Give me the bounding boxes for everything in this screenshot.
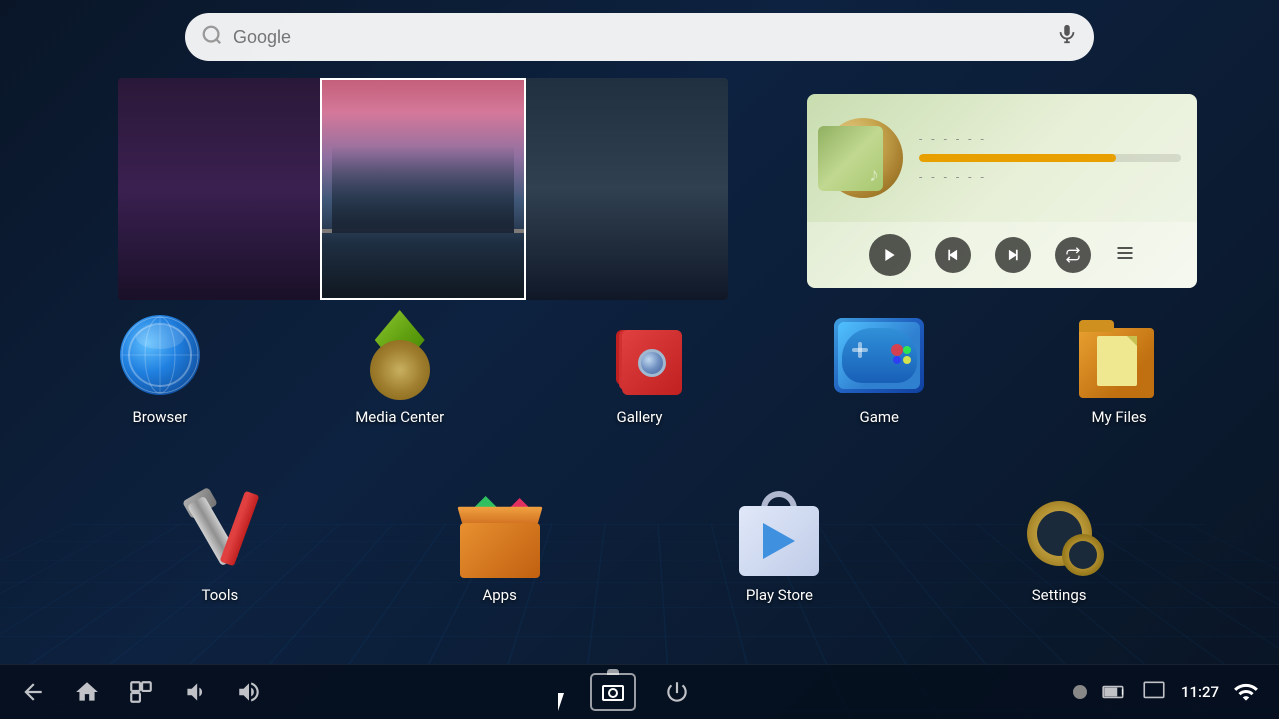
browser-label: Browser	[132, 408, 187, 426]
taskbar: 11:27	[0, 664, 1279, 719]
play-store-icon-graphic	[739, 491, 819, 576]
screenshot-button[interactable]	[590, 673, 636, 711]
repeat-button[interactable]	[1055, 237, 1091, 273]
music-title: - - - - - -	[919, 132, 1181, 146]
gear-small	[1062, 534, 1104, 576]
taskbar-left	[20, 679, 590, 705]
media-disc	[370, 340, 430, 400]
rewind-button[interactable]	[935, 237, 971, 273]
files-folder	[1079, 328, 1154, 398]
search-input[interactable]	[233, 27, 1046, 48]
gallery-lens	[638, 349, 666, 377]
files-note	[1097, 336, 1137, 386]
album-cover	[818, 126, 883, 191]
app-apps[interactable]: Apps	[440, 488, 560, 604]
settings-label: Settings	[1032, 586, 1087, 604]
taskbar-right: 11:27	[690, 679, 1260, 705]
box-flap	[457, 507, 542, 524]
app-game[interactable]: Game	[819, 310, 939, 426]
bag-body	[739, 506, 819, 576]
sunset-image	[322, 80, 524, 298]
box-base	[460, 523, 540, 578]
volume-down-button[interactable]	[182, 679, 208, 705]
play-triangle	[763, 523, 795, 559]
music-info: - - - - - - - - - - - -	[919, 132, 1181, 184]
app-my-files[interactable]: My Files	[1059, 310, 1179, 426]
clock: 11:27	[1181, 683, 1219, 701]
game-label: Game	[860, 408, 900, 426]
play-store-icon-wrapper	[734, 488, 824, 578]
tools-label: Tools	[202, 586, 239, 604]
app-settings[interactable]: Settings	[999, 488, 1119, 604]
microphone-icon[interactable]	[1056, 23, 1078, 51]
app-browser[interactable]: Browser	[100, 310, 220, 426]
game-icon-graphic	[834, 318, 924, 393]
search-bar[interactable]	[185, 13, 1094, 61]
music-widget[interactable]: - - - - - - - - - - - -	[807, 94, 1197, 288]
play-button[interactable]	[869, 234, 911, 276]
app-media-center[interactable]: Media Center	[340, 310, 460, 426]
gallery-thumb-left	[118, 78, 320, 300]
gallery-main	[622, 330, 682, 395]
gallery-icon-graphic	[597, 315, 682, 395]
settings-icon-graphic	[1014, 491, 1104, 576]
app-gallery[interactable]: Gallery	[579, 310, 699, 426]
gallery-label: Gallery	[617, 408, 663, 426]
notification-icon	[1141, 679, 1167, 705]
recent-apps-button[interactable]	[128, 679, 154, 705]
music-top: - - - - - - - - - - - -	[807, 94, 1197, 222]
settings-icon-wrapper	[1014, 488, 1104, 578]
app-play-store[interactable]: Play Store	[719, 488, 839, 604]
app-tools[interactable]: Tools	[160, 488, 280, 604]
playlist-button[interactable]	[1115, 243, 1135, 268]
app-grid-row2: Tools Apps	[0, 488, 1279, 604]
music-subtitle: - - - - - -	[919, 170, 1181, 184]
media-center-label: Media Center	[355, 408, 444, 426]
wifi-icon	[1233, 679, 1259, 705]
status-indicator	[1073, 685, 1087, 699]
play-logo	[759, 521, 799, 561]
play-store-label: Play Store	[746, 586, 813, 604]
apps-label: Apps	[482, 586, 516, 604]
fast-forward-button[interactable]	[995, 237, 1031, 273]
my-files-icon	[1074, 310, 1164, 400]
gallery-icon-wrapper	[594, 310, 684, 400]
gallery-thumb-right	[526, 78, 728, 300]
my-files-label: My Files	[1091, 408, 1146, 426]
gallery-thumb-center	[320, 78, 526, 300]
apps-icon-graphic	[455, 488, 545, 578]
tools-icon-wrapper	[175, 488, 265, 578]
home-button[interactable]	[74, 679, 100, 705]
app-grid-row1: Browser Media Center Gallery	[0, 310, 1279, 426]
controller-shape	[842, 328, 917, 383]
gallery-widget[interactable]	[118, 78, 728, 300]
back-button[interactable]	[20, 679, 46, 705]
media-icon-graphic	[355, 310, 445, 400]
screwdriver	[220, 490, 260, 566]
volume-up-button[interactable]	[236, 679, 262, 705]
browser-icon-graphic	[120, 315, 200, 395]
music-controls	[807, 222, 1197, 288]
game-icon-wrapper	[834, 310, 924, 400]
apps-icon-wrapper	[455, 488, 545, 578]
media-center-icon	[355, 310, 445, 400]
progress-fill	[919, 154, 1116, 162]
power-button[interactable]	[664, 679, 690, 705]
battery-icon	[1101, 679, 1127, 705]
browser-icon	[115, 310, 205, 400]
taskbar-center	[590, 673, 690, 711]
files-icon-graphic	[1079, 313, 1159, 398]
search-icon	[201, 24, 223, 51]
album-art	[823, 118, 903, 198]
tools-icon-graphic	[175, 491, 265, 576]
progress-bar	[919, 154, 1181, 162]
